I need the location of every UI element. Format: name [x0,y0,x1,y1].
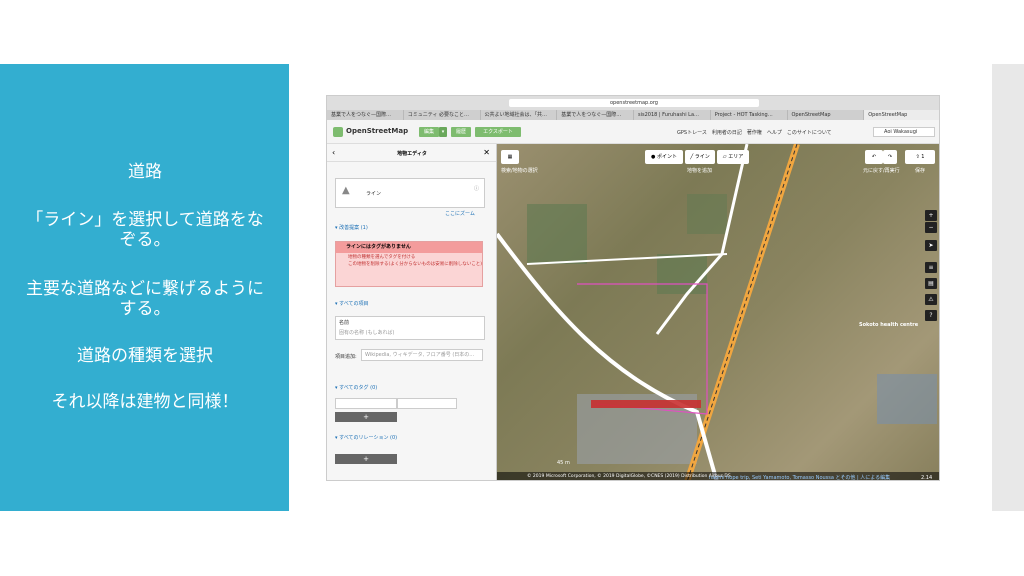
preset-label: ライン [366,191,382,197]
edit-dropdown-button[interactable]: ▾ [439,127,447,137]
edit-button[interactable]: 編集 [419,127,439,137]
editors-list[interactable]: naomi hope trip, Seti Yamamoto, Tomasso … [709,474,890,480]
save-button[interactable]: ⇧ 1 [905,150,935,164]
close-icon[interactable]: ✕ [483,148,490,157]
all-tags-toggle[interactable]: ▾ すべてのタグ (0) [335,384,377,391]
osm-nav-links[interactable]: GPSトレース 利用者の日記 著作権 ヘルプ このサイトについて [677,129,832,136]
zoom-out-icon[interactable]: − [925,222,937,233]
osm-header: OpenStreetMap 編集 ▾ 履歴 エクスポート GPSトレース 利用者… [327,120,939,144]
screenshot: openstreetmap.org 基業で人をつなぐ—国際… コミュニティ 必要… [326,95,940,481]
line-label: ライン [694,154,710,160]
browser-tab[interactable]: 基業で人をつなぐ—国際… [327,110,404,120]
add-relation-button[interactable]: + [335,454,397,464]
add-field-input[interactable]: Wikipedia, ウィキデータ, フロア番号 (日本の… [361,349,483,361]
history-button[interactable]: 履歴 [451,127,471,137]
feature-editor-sidebar: ‹ 地物エディタ ✕ ▲ ライン ⓘ ここにズーム ▾ 改善提案 (1) ライン… [327,144,497,480]
export-button[interactable]: エクスポート [475,127,521,137]
url-bar[interactable]: openstreetmap.org [509,99,759,107]
name-field: 名前 固有の名称 (もしあれば) [335,316,485,340]
sidebar-title: 地物エディタ [397,151,427,157]
right-strip [992,64,1024,511]
warning-box: ラインにはタグがありません 地物の種類を選んでタグを付ける この地物を削除する(… [335,241,483,287]
place-label[interactable]: Sokoto health centre [859,322,918,328]
sports-field [687,194,727,234]
add-field-label: 項目追加: [335,354,357,360]
preset-selector[interactable]: ▲ ライン ⓘ [335,178,485,208]
browser-toolbar: openstreetmap.org [327,96,939,110]
zoom-in-icon[interactable]: + [925,210,937,221]
tag-value-input[interactable] [397,398,457,409]
save-hint: 保存 [915,168,926,174]
browser-tab-active[interactable]: OpenStreetMap [864,110,939,120]
instruction-same: それ以降は建物と同様！ [51,392,239,412]
sidebar-header: ‹ 地物エディタ ✕ [327,144,496,162]
issue-banner [591,400,701,408]
sidebar-toggle-icon[interactable]: ▦ [501,150,519,164]
map-canvas[interactable]: ▦ 検索/地物の選択 ● ポイント ╱ ライン ▱ エリア 地物を追加 ↶ ↷ … [497,144,939,480]
point-mode-button[interactable]: ● ポイント [645,150,683,164]
scale-bar: 45 m [557,460,570,466]
instruction-type: 道路の種類を選択 [77,346,213,366]
warning-fix-delete[interactable]: この地物を削除する(よく分からないものは安易に削除しないこと) [336,262,482,268]
warning-title[interactable]: ラインにはタグがありません [336,242,482,253]
issues-icon[interactable]: ⚠ [925,294,937,305]
all-fields-toggle[interactable]: ▾ すべての項目 [335,300,369,307]
issues-section-toggle[interactable]: ▾ 改善提案 (1) [335,224,368,231]
map-overlay [497,144,937,480]
browser-tab[interactable]: sis2018 | Furuhashi La… [634,110,711,120]
map-left-hint: 検索/地物の選択 [501,168,538,174]
slide: 道路 「ライン」を選択して道路をなぞる。 主要な道路などに繋げるようにする。 道… [0,0,1024,576]
heading-road: 道路 [128,162,162,182]
name-input[interactable]: 固有の名称 (もしあれば) [336,328,484,337]
tag-key-input[interactable] [335,398,397,409]
undo-icon[interactable]: ↶ [865,150,883,164]
save-count: 1 [921,154,925,160]
geolocate-icon[interactable]: ➤ [925,240,937,251]
line-preset-icon: ▲ [342,185,350,196]
building-cluster [877,374,937,424]
browser-tab[interactable]: 基業で人をつなぐ—国際… [557,110,634,120]
sports-field [657,254,707,294]
undo-hint: 元に戻す/再実行 [863,168,900,174]
line-mode-button[interactable]: ╱ ライン [685,150,715,164]
browser-tab[interactable]: OpenStreetMap [788,110,865,120]
warning-fix-tag[interactable]: 地物の種類を選んでタグを付ける [336,253,482,262]
all-fields-header: すべての項目 [339,301,369,307]
relations-header: すべてのリレーション (0) [339,435,398,441]
layers-icon[interactable]: ≡ [925,262,937,273]
tags-header: すべてのタグ (0) [339,385,378,391]
help-icon[interactable]: ? [925,310,937,321]
version-label[interactable]: 2.14 [921,475,932,480]
point-label: ポイント [656,154,677,160]
osm-brand[interactable]: OpenStreetMap [346,127,408,135]
info-icon[interactable]: ⓘ [474,185,479,192]
attribution: © 2019 Microsoft Corporation, © 2019 Dig… [527,474,731,479]
browser-tab[interactable]: Project - HOT Tasking… [711,110,788,120]
user-menu[interactable]: Aoi Wakasugi [873,127,935,137]
osm-logo-icon[interactable] [333,127,343,137]
area-label: エリア [728,154,744,160]
instruction-connect: 主要な道路などに繋げるようにする。 [26,279,264,319]
browser-tab[interactable]: 公共よい地域社会は、「共… [481,110,558,120]
relations-toggle[interactable]: ▾ すべてのリレーション (0) [335,434,397,441]
text-panel: 道路 「ライン」を選択して道路をなぞる。 主要な道路などに繋げるようにする。 道… [0,64,289,511]
map-data-icon[interactable]: ▤ [925,278,937,289]
browser-tabs: 基業で人をつなぐ—国際… コミュニティ 必要なこと… 公共よい地域社会は、「共…… [327,110,939,120]
name-label: 名前 [339,320,350,326]
area-mode-button[interactable]: ▱ エリア [717,150,749,164]
redo-icon[interactable]: ↷ [883,150,897,164]
issues-header: 改善提案 (1) [339,225,368,231]
sports-field [527,204,587,264]
browser-tab[interactable]: コミュニティ 必要なこと… [404,110,481,120]
instruction-line: 「ライン」を選択して道路をなぞる。 [26,210,264,250]
add-tag-button[interactable]: + [335,412,397,422]
zoom-to-link[interactable]: ここにズーム [445,210,475,217]
map-mid-hint: 地物を追加 [687,168,713,174]
